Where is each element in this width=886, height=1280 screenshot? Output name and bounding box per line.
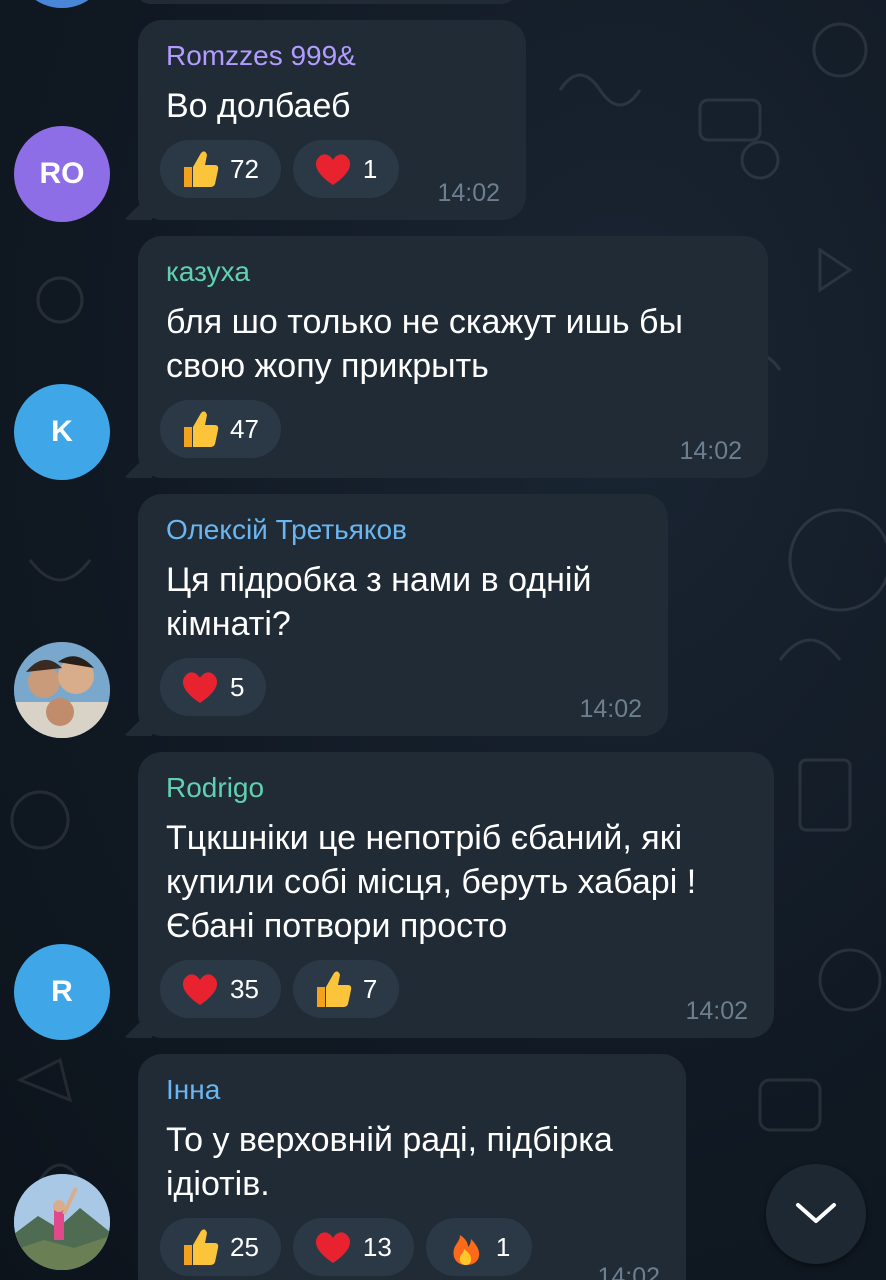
- sender-name[interactable]: казуха: [166, 256, 250, 288]
- sender-name[interactable]: Rodrigo: [166, 772, 264, 804]
- reaction-heart[interactable]: 13: [292, 1218, 414, 1276]
- reaction-fire[interactable]: 1: [425, 1218, 533, 1276]
- reaction-count: 1: [362, 153, 378, 184]
- fire-icon: [453, 1235, 480, 1265]
- heart-icon: [182, 974, 218, 1005]
- avatar[interactable]: K: [14, 384, 110, 480]
- reaction-count: 1: [495, 1231, 511, 1262]
- sender-name[interactable]: Інна: [166, 1074, 220, 1106]
- message-bubble[interactable]: Інна То у верховній раді, підбірка ідіот…: [138, 1054, 686, 1280]
- reactions: 47: [160, 400, 281, 458]
- message-time: 14:02: [437, 179, 500, 207]
- heart-icon: [315, 154, 350, 185]
- reaction-count: 35: [230, 973, 259, 1004]
- reaction-count: 72: [230, 153, 259, 184]
- reaction-count: 47: [230, 413, 259, 444]
- photo-avatar-icon: [14, 1174, 110, 1270]
- message-time: 14:02: [679, 437, 742, 465]
- message-bubble[interactable]: Rodrigo Тцкшніки це непотріб єбаний, які…: [138, 752, 774, 1038]
- avatar-initials: R: [51, 975, 73, 1008]
- avatar-photo[interactable]: [14, 1174, 110, 1270]
- reaction-heart[interactable]: 35: [160, 960, 281, 1018]
- avatar[interactable]: RO: [14, 126, 110, 222]
- reaction-count: 7: [362, 973, 378, 1004]
- heart-icon: [315, 1232, 350, 1263]
- message-text: бля шо только не скажут ишь бы свою жопу…: [166, 303, 683, 385]
- message-text: Во долбаеб: [166, 87, 351, 125]
- reaction-thumbs-up[interactable]: 47: [160, 400, 281, 458]
- reaction-thumbs-up[interactable]: 72: [160, 140, 281, 198]
- avatar-initials: RO: [39, 157, 85, 190]
- message-text: То у верховній раді, підбірка ідіотів.: [166, 1121, 613, 1203]
- photo-avatar-icon: [14, 642, 110, 738]
- message-text: Ця підробка з нами в одній кімнаті?: [166, 561, 592, 643]
- chat-view: RO Romzzes 999& Во долбаеб 72 1 14:02 K …: [0, 0, 886, 1280]
- message-bubble[interactable]: Romzzes 999& Во долбаеб 72 1 14:02: [138, 20, 526, 220]
- reactions: 25 13 1: [160, 1218, 533, 1276]
- reaction-count: 13: [362, 1231, 392, 1262]
- sender-name[interactable]: Олексій Третьяков: [166, 514, 407, 546]
- reaction-count: 25: [230, 1231, 259, 1262]
- message-bubble[interactable]: Олексій Третьяков Ця підробка з нами в о…: [138, 494, 668, 736]
- thumbs-up-icon: [184, 151, 219, 187]
- reactions: 35 7: [160, 960, 400, 1018]
- reaction-thumbs-up[interactable]: 25: [160, 1218, 281, 1276]
- message-bubble[interactable]: казуха бля шо только не скажут ишь бы св…: [138, 236, 768, 478]
- previous-message-bubble[interactable]: [136, 0, 516, 4]
- reactions: 5: [160, 658, 267, 716]
- avatar-initials: K: [51, 415, 73, 448]
- reaction-thumbs-up[interactable]: 7: [292, 960, 400, 1018]
- thumbs-up-icon: [184, 411, 219, 447]
- heart-icon: [182, 672, 218, 703]
- thumbs-up-icon: [316, 971, 352, 1007]
- thumbs-up-icon: [184, 1229, 219, 1265]
- message-time: 14:02: [597, 1263, 660, 1280]
- message-time: 14:02: [579, 695, 642, 723]
- message-text: Тцкшніки це непотріб єбаний, які купили …: [166, 819, 697, 945]
- scroll-to-bottom-button[interactable]: [766, 1164, 866, 1264]
- avatar-photo[interactable]: [14, 642, 110, 738]
- reactions: 72 1: [160, 140, 400, 198]
- reaction-heart[interactable]: 1: [292, 140, 400, 198]
- reaction-count: 5: [230, 671, 245, 702]
- sender-name[interactable]: Romzzes 999&: [166, 40, 356, 72]
- reaction-heart[interactable]: 5: [160, 658, 267, 716]
- message-time: 14:02: [685, 997, 748, 1025]
- chevron-down-icon: [796, 1203, 836, 1223]
- avatar[interactable]: R: [14, 944, 110, 1040]
